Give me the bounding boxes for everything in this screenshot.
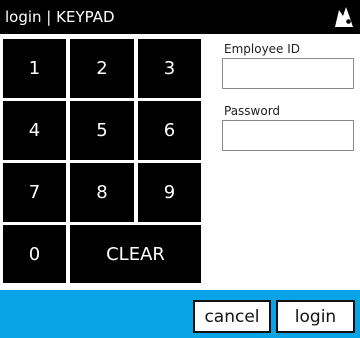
keypad-key-5[interactable]: 5 [70, 101, 134, 160]
keypad-key-8[interactable]: 8 [70, 163, 134, 222]
keypad-key-2[interactable]: 2 [70, 39, 134, 98]
password-field[interactable] [222, 120, 354, 151]
keypad-key-7[interactable]: 7 [3, 163, 66, 222]
title-bar: login | KEYPAD [0, 0, 360, 34]
employee-id-label: Employee ID [224, 42, 301, 56]
employee-id-field[interactable] [222, 58, 354, 89]
login-button[interactable]: login [276, 300, 355, 333]
keypad-key-6[interactable]: 6 [138, 101, 201, 160]
keypad-key-1[interactable]: 1 [3, 39, 66, 98]
password-label: Password [224, 104, 281, 118]
cancel-button[interactable]: cancel [193, 300, 271, 333]
keypad-key-4[interactable]: 4 [3, 101, 66, 160]
keypad-key-3[interactable]: 3 [138, 39, 201, 98]
keypad-key-0[interactable]: 0 [3, 225, 66, 283]
window-title: login | KEYPAD [5, 8, 115, 26]
app-logo-icon [335, 7, 353, 27]
keypad-key-9[interactable]: 9 [138, 163, 201, 222]
keypad-clear-button[interactable]: CLEAR [70, 225, 201, 283]
